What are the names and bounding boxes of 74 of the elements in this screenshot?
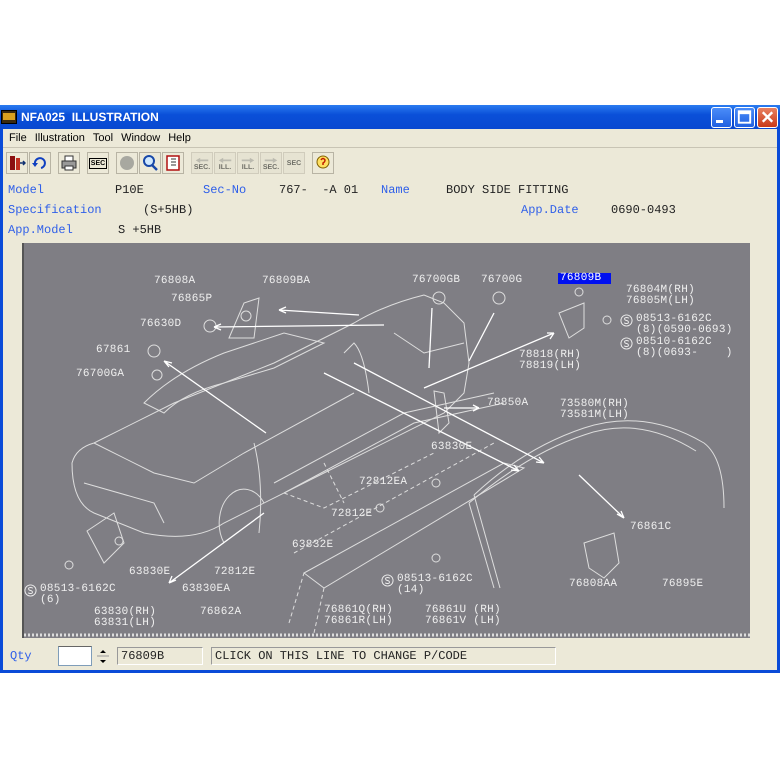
- undo-icon: [31, 154, 49, 172]
- part-number-label[interactable]: 76700GB: [410, 275, 462, 286]
- toolbar-button[interactable]: [6, 152, 28, 174]
- menu-item[interactable]: File: [7, 132, 32, 144]
- book-icon: [164, 154, 182, 172]
- part-number-label[interactable]: 67861: [94, 345, 133, 356]
- part-number-label[interactable]: 76804M(RH) 76805M(LH): [624, 285, 698, 307]
- field-label: Model: [8, 182, 46, 196]
- printer-icon: [60, 154, 78, 172]
- toolbar-button[interactable]: [162, 152, 184, 174]
- part-number-label[interactable]: 76895E: [660, 579, 706, 590]
- standard-part-icon: [381, 574, 394, 587]
- maximize-button[interactable]: [734, 106, 755, 128]
- menu-item[interactable]: Illustration: [32, 132, 90, 144]
- window-title: NFA025 ILLUSTRATION: [21, 110, 160, 124]
- search-icon: [141, 154, 159, 172]
- part-number-label[interactable]: 76861U (RH) 76861V (LH): [423, 605, 503, 627]
- part-number-label[interactable]: 72812E: [212, 567, 258, 578]
- part-number-label[interactable]: 63830E: [429, 442, 474, 453]
- part-number-label[interactable]: 63830EA: [180, 584, 232, 595]
- field-label: App.Model: [8, 222, 74, 236]
- field-value: 767- -A 01: [279, 182, 360, 196]
- part-number-label[interactable]: 76809BA: [260, 276, 312, 287]
- field-label: Specification: [8, 202, 103, 216]
- standard-part-icon: [620, 314, 633, 327]
- part-number-label[interactable]: 76861Q(RH) 76861R(LH): [322, 605, 396, 627]
- menu-item[interactable]: Tool: [90, 132, 118, 144]
- part-number-label[interactable]: 08513-6162C (8)(0590-0693): [634, 314, 735, 336]
- minimize-icon: [716, 120, 723, 122]
- field-value: (S+5HB): [143, 202, 194, 216]
- part-number-label[interactable]: 76865P: [169, 294, 214, 305]
- part-number-label[interactable]: 08513-6162C (14): [395, 574, 475, 596]
- toolbar-button[interactable]: [58, 152, 80, 174]
- part-number-label[interactable]: 76700GA: [74, 369, 126, 380]
- part-number-label[interactable]: 63832E: [290, 540, 336, 551]
- part-number-label[interactable]: 76630D: [138, 319, 184, 330]
- close-button[interactable]: [757, 106, 778, 128]
- part-number-label[interactable]: 73580M(RH) 73581M(LH): [558, 399, 632, 421]
- part-number-label[interactable]: 76862A: [198, 607, 244, 618]
- standard-part-icon: [24, 584, 37, 597]
- part-number-label[interactable]: 78818(RH) 78819(LH): [517, 350, 584, 372]
- part-number-label[interactable]: 63830E: [127, 567, 172, 578]
- part-number-label[interactable]: 08513-6162C (6): [38, 584, 118, 606]
- field-value: P10E: [115, 182, 145, 196]
- standard-part-icon: [620, 337, 633, 350]
- part-number-label[interactable]: 76809B: [558, 273, 612, 284]
- qty-input[interactable]: [58, 646, 92, 666]
- part-number-label[interactable]: 76808AA: [567, 579, 620, 590]
- part-number-label[interactable]: 72812EA: [357, 477, 410, 488]
- leader-line: [578, 474, 625, 519]
- part-number-label[interactable]: 76861C: [628, 522, 674, 533]
- part-number-label[interactable]: 78850A: [485, 398, 530, 409]
- part-number-label[interactable]: 08510-6162C (8)(0693- ): [634, 337, 735, 359]
- change-code-prompt[interactable]: CLICK ON THIS LINE TO CHANGE P/CODE: [211, 647, 556, 665]
- field-value: 0690-0493: [611, 202, 676, 216]
- circle-icon: [118, 154, 136, 172]
- field-value: BODY SIDE FITTING: [446, 182, 568, 196]
- field-value: S +5HB: [118, 222, 162, 236]
- field-label: App.Date: [521, 202, 580, 216]
- part-number-label[interactable]: 76808A: [152, 276, 198, 287]
- qty-label: Qty: [10, 649, 33, 663]
- menu-item[interactable]: Help: [166, 132, 196, 144]
- part-code-field: 76809B: [117, 647, 203, 665]
- menu-item[interactable]: Window: [119, 132, 166, 144]
- exit-icon: [8, 154, 26, 172]
- minimize-button[interactable]: [711, 106, 732, 128]
- field-label: Sec-No: [203, 182, 248, 196]
- part-number-label[interactable]: 63830(RH) 63831(LH): [92, 607, 158, 629]
- field-label: Name: [381, 182, 411, 196]
- toolbar-button[interactable]: [139, 152, 161, 174]
- part-number-label[interactable]: 72812E: [329, 509, 374, 520]
- part-number-label[interactable]: 76700G: [479, 275, 524, 286]
- toolbar-button[interactable]: [29, 152, 51, 174]
- app-logo-icon: [1, 110, 17, 124]
